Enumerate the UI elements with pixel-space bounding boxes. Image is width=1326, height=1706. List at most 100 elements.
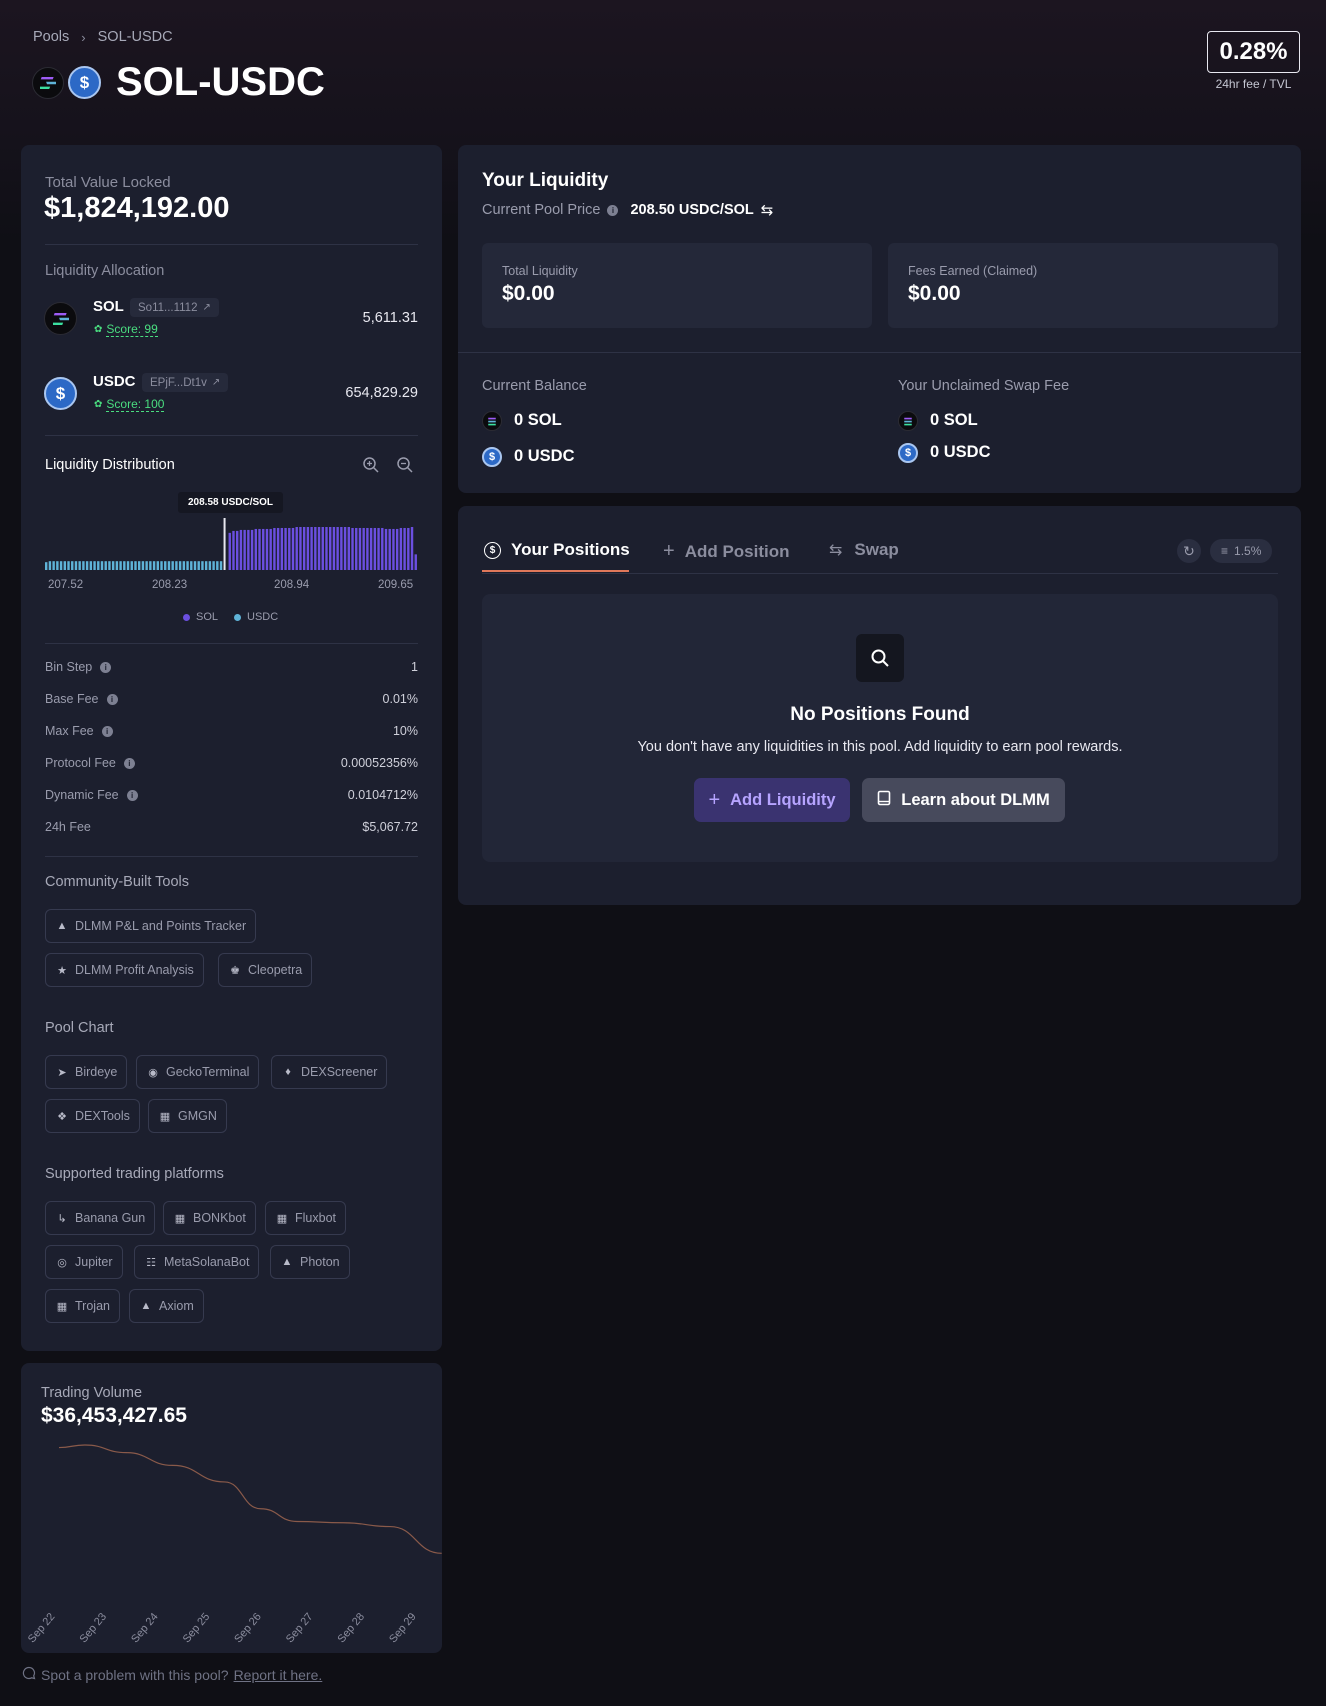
sol-score[interactable]: ✿ Score: 99	[94, 322, 158, 337]
bar-usdc	[85, 561, 89, 570]
chart-gmgn[interactable]: ▦ GMGN	[148, 1099, 227, 1133]
info-icon[interactable]: i	[607, 204, 619, 216]
tab-swap[interactable]: ⇆ Swap	[829, 540, 899, 560]
bar-sol	[392, 528, 395, 570]
bar-sol	[362, 527, 365, 570]
report-footer: Spot a problem with this pool? Report it…	[22, 1666, 322, 1683]
trading-volume-chart: Sep 22 Sep 23 Sep 24 Sep 25 Sep 26 Sep 27 Sep …	[26, 1444, 442, 1645]
analysis-icon: ★	[57, 964, 67, 977]
bar-usdc	[171, 561, 174, 570]
tool-label: DLMM P&L and Points Tracker	[75, 919, 247, 933]
bar-sol	[384, 528, 388, 570]
pool-chart-label: Pool Chart	[45, 1020, 114, 1036]
tab-your-positions[interactable]: $ Your Positions	[484, 540, 630, 560]
tab-label: Your Positions	[511, 540, 630, 559]
report-link[interactable]: Report it here.	[234, 1667, 323, 1683]
learn-dlmm-button[interactable]: Learn about DLMM	[862, 778, 1065, 822]
usdc-amount: 654,829.29	[345, 385, 418, 401]
add-liquidity-label: Add Liquidity	[730, 790, 836, 809]
bar-sol	[347, 527, 350, 570]
bonkbot-icon: ▦	[174, 1212, 186, 1225]
bar-sol	[299, 527, 302, 570]
info-icon[interactable]: i	[123, 757, 135, 769]
bar-usdc	[74, 561, 78, 570]
bar-sol	[414, 554, 417, 570]
fee-row-label: 24h Fee	[45, 820, 91, 834]
learn-dlmm-label: Learn about DLMM	[901, 790, 1050, 809]
bar-usdc	[208, 561, 212, 570]
dextools-icon: ❖	[57, 1110, 67, 1123]
chart-dextools[interactable]: ❖ DEXTools	[45, 1099, 140, 1133]
platform-jupiter[interactable]: ◎ Jupiter	[45, 1245, 123, 1279]
info-icon[interactable]: i	[100, 661, 112, 673]
bar-usdc	[93, 561, 96, 570]
community-tools-label: Community-Built Tools	[45, 874, 189, 890]
bar-usdc	[164, 561, 167, 570]
platform-label: MetaSolanaBot	[164, 1255, 250, 1269]
sliders-icon: ≡	[1221, 544, 1229, 558]
bar-sol	[314, 527, 317, 570]
swap-direction-icon[interactable]: ⇆	[761, 201, 774, 219]
bar-usdc	[134, 561, 137, 570]
zoom-out-icon[interactable]	[396, 456, 414, 474]
fee-row-label: Base Fee i	[45, 692, 118, 706]
tab-add-position[interactable]: + Add Position	[663, 540, 790, 563]
tracker-icon: ▲	[56, 920, 68, 932]
bar-sol	[388, 528, 391, 570]
bar-sol	[321, 527, 324, 570]
chart-geckoterminal[interactable]: ◉ GeckoTerminal	[136, 1055, 260, 1089]
slippage-button[interactable]: ≡ 1.5%	[1210, 539, 1273, 563]
base-fee-value: 0.01%	[382, 692, 418, 706]
tick-label: 207.52	[48, 579, 84, 591]
platform-axiom[interactable]: ▲ Axiom	[129, 1289, 204, 1323]
24h-fee-value: $5,067.72	[362, 820, 418, 834]
sol-coin-icon	[32, 66, 64, 99]
zoom-in-icon[interactable]	[362, 456, 380, 474]
bar-usdc	[152, 561, 156, 570]
info-icon[interactable]: i	[101, 725, 113, 737]
external-link-icon: ↗	[211, 377, 221, 388]
add-liquidity-button[interactable]: + Add Liquidity	[694, 778, 850, 822]
platform-fluxbot[interactable]: ▦ Fluxbot	[265, 1201, 346, 1235]
info-icon[interactable]: i	[126, 789, 138, 801]
bar-usdc	[100, 561, 104, 570]
usdc-address-chip[interactable]: EPjF...Dt1v ↗	[142, 373, 229, 392]
breadcrumb-pools-link[interactable]: Pools	[33, 29, 69, 45]
bar-usdc	[219, 561, 223, 570]
chart-birdeye[interactable]: ➤ Birdeye	[45, 1055, 128, 1089]
bar-sol	[336, 527, 339, 570]
axiom-icon: ▲	[140, 1300, 152, 1312]
tool-cleopetra[interactable]: ♚ Cleopetra	[218, 953, 313, 987]
bar-sol	[355, 527, 358, 570]
platform-metasolanabot[interactable]: ☷ MetaSolanaBot	[134, 1245, 260, 1279]
sol-address-chip[interactable]: So11...1112 ↗	[130, 298, 219, 317]
volume-line	[58, 1444, 442, 1554]
base-fee-label: Base Fee	[45, 692, 99, 706]
platform-banana-gun[interactable]: ↳ Banana Gun	[45, 1201, 156, 1235]
x-tick-label: Sep 28	[335, 1611, 367, 1645]
usdc-score[interactable]: ✿ Score: 100	[94, 397, 165, 412]
bar-usdc	[216, 561, 219, 570]
chart-dexscreener[interactable]: ♦ DEXScreener	[271, 1055, 388, 1089]
platform-bonkbot[interactable]: ▦ BONKbot	[163, 1201, 256, 1235]
x-tick-label: Sep 26	[232, 1611, 264, 1645]
tvl-value: $1,824,192.00	[44, 192, 230, 224]
plus-icon: +	[708, 788, 721, 811]
platform-photon[interactable]: ▲ Photon	[270, 1245, 350, 1279]
bar-usdc	[56, 561, 59, 570]
bar-sol	[399, 527, 403, 570]
info-icon[interactable]: i	[106, 693, 118, 705]
platform-trojan[interactable]: ▦ Trojan	[45, 1289, 120, 1323]
bar-sol	[288, 527, 291, 570]
empty-title: No Positions Found	[790, 704, 970, 725]
fees-earned-value: $0.00	[908, 282, 961, 305]
book-icon	[877, 790, 891, 811]
bar-usdc	[175, 561, 178, 570]
bar-sol	[403, 527, 406, 570]
external-link-icon: ↗	[202, 302, 211, 313]
refresh-button[interactable]: ↻	[1177, 539, 1201, 563]
bar-sol	[340, 527, 343, 570]
tool-pnl-tracker[interactable]: ▲ DLMM P&L and Points Tracker	[45, 909, 257, 943]
tool-profit-analysis[interactable]: ★ DLMM Profit Analysis	[45, 953, 204, 987]
bar-usdc	[212, 561, 215, 570]
